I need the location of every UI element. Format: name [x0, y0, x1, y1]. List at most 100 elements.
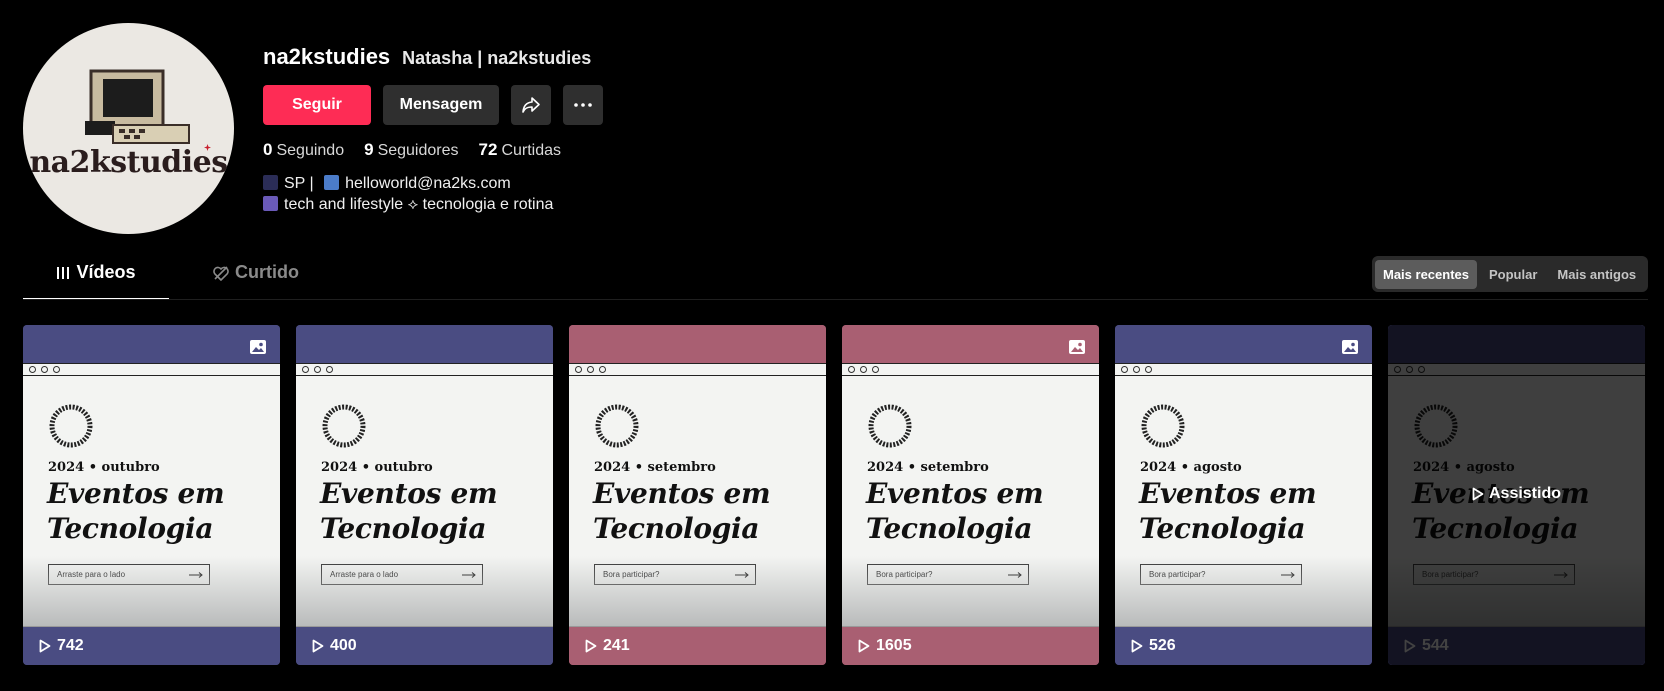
- play-icon: [858, 639, 870, 653]
- profile-nickname: Natasha | na2kstudies: [402, 48, 592, 68]
- video-top-bar: [842, 325, 1099, 363]
- video-title: Eventos em Tecnologia: [1139, 476, 1317, 546]
- floppy-disk-emoji-icon: [263, 196, 278, 211]
- view-count: 526: [1131, 637, 1176, 655]
- video-date: 2024 • setembro: [867, 460, 989, 475]
- profile-tabs: Vídeos Curtido: [23, 262, 329, 300]
- message-button[interactable]: Mensagem: [383, 85, 499, 125]
- bio-line-2: tech and lifestyle ⟡ tecnologia e rotina: [263, 194, 603, 215]
- circular-brand-badge-icon: [868, 404, 912, 448]
- bio-line-1: SP | helloworld@na2ks.com: [263, 173, 603, 194]
- stat-followers[interactable]: 9 Seguidores: [364, 140, 458, 160]
- photo-icon: [1342, 340, 1358, 354]
- circular-brand-badge-icon: [322, 404, 366, 448]
- view-count-value: 742: [57, 637, 84, 654]
- video-title-line-2: Tecnologia: [47, 512, 214, 545]
- video-thumbnail: 2024 • setembro Eventos em Tecnologia Bo…: [569, 363, 826, 627]
- video-card[interactable]: 2024 • agosto Eventos em Tecnologia Bora…: [1115, 325, 1372, 665]
- video-card[interactable]: 2024 • setembro Eventos em Tecnologia Bo…: [569, 325, 826, 665]
- circular-brand-badge-icon: [49, 404, 93, 448]
- video-date: 2024 • agosto: [1140, 460, 1242, 475]
- sparkle-icon: [204, 144, 211, 151]
- view-count: 241: [585, 637, 630, 655]
- share-button[interactable]: [511, 85, 551, 125]
- video-title-line-2: Tecnologia: [320, 512, 487, 545]
- follow-button[interactable]: Seguir: [263, 85, 371, 125]
- avatar-brand-text: na2kstudies: [29, 145, 228, 180]
- window-controls: [842, 364, 1099, 376]
- tab-videos[interactable]: Vídeos: [23, 262, 169, 300]
- video-top-bar: [569, 325, 826, 363]
- video-top-bar: [296, 325, 553, 363]
- grid-lines-icon: [57, 267, 70, 279]
- tab-liked-label: Curtido: [235, 262, 299, 282]
- tabs-divider: [23, 299, 1648, 300]
- play-icon: [1131, 639, 1143, 653]
- thumbnail-gradient: [23, 556, 280, 626]
- video-top-bar: [1115, 325, 1372, 363]
- circular-brand-badge-icon: [1141, 404, 1185, 448]
- video-title-line-2: Tecnologia: [593, 512, 760, 545]
- window-controls: [296, 364, 553, 376]
- view-count-value: 400: [330, 637, 357, 654]
- circular-brand-badge-icon: [595, 404, 639, 448]
- video-title-line-1: Eventos em: [47, 477, 225, 510]
- sort-popular[interactable]: Popular: [1481, 260, 1545, 289]
- thumbnail-gradient: [842, 556, 1099, 626]
- video-title: Eventos em Tecnologia: [593, 476, 771, 546]
- profile-bio: SP | helloworld@na2ks.com tech and lifes…: [263, 173, 603, 215]
- video-card[interactable]: 2024 • outubro Eventos em Tecnologia Arr…: [23, 325, 280, 665]
- profile-stats: 0 Seguindo 9 Seguidores 72 Curtidas: [263, 140, 603, 160]
- watched-text: Assistido: [1488, 485, 1561, 502]
- video-card[interactable]: 2024 • setembro Eventos em Tecnologia Bo…: [842, 325, 1099, 665]
- thumbnail-gradient: [296, 556, 553, 626]
- tab-liked[interactable]: Curtido: [183, 262, 329, 300]
- sort-oldest[interactable]: Mais antigos: [1549, 260, 1644, 289]
- profile-avatar[interactable]: na2kstudies: [23, 23, 234, 234]
- following-count: 0: [263, 140, 273, 159]
- play-icon: [1472, 487, 1484, 501]
- likes-label: Curtidas: [501, 142, 562, 159]
- bio-location: SP |: [284, 175, 314, 192]
- thumbnail-gradient: [1115, 556, 1372, 626]
- video-thumbnail: 2024 • outubro Eventos em Tecnologia Arr…: [23, 363, 280, 627]
- tab-videos-label: Vídeos: [76, 262, 136, 282]
- video-title: Eventos em Tecnologia: [320, 476, 498, 546]
- stat-following[interactable]: 0 Seguindo: [263, 140, 344, 160]
- play-icon: [39, 639, 51, 653]
- retro-computer-icon: [85, 69, 190, 144]
- video-title-line-1: Eventos em: [866, 477, 1044, 510]
- more-dots-icon: [574, 103, 592, 107]
- video-date: 2024 • outubro: [48, 460, 160, 475]
- view-count-value: 241: [603, 637, 630, 654]
- video-grid: 2024 • outubro Eventos em Tecnologia Arr…: [23, 325, 1645, 665]
- photo-icon: [1069, 340, 1085, 354]
- profile-username: na2kstudies: [263, 44, 391, 69]
- watched-label: Assistido: [1388, 485, 1645, 503]
- video-title-line-1: Eventos em: [593, 477, 771, 510]
- photo-icon: [250, 340, 266, 354]
- followers-label: Seguidores: [377, 142, 459, 159]
- video-title-line-1: Eventos em: [320, 477, 498, 510]
- video-title-line-2: Tecnologia: [866, 512, 1033, 545]
- night-city-emoji-icon: [263, 175, 278, 190]
- video-thumbnail: 2024 • setembro Eventos em Tecnologia Bo…: [842, 363, 1099, 627]
- sort-recent[interactable]: Mais recentes: [1375, 259, 1477, 289]
- following-label: Seguindo: [276, 142, 345, 159]
- bio-email: helloworld@na2ks.com: [345, 175, 511, 192]
- bio-description: tech and lifestyle ⟡ tecnologia e rotina: [284, 196, 554, 213]
- view-count-value: 526: [1149, 637, 1176, 654]
- video-thumbnail: 2024 • agosto Eventos em Tecnologia Bora…: [1115, 363, 1372, 627]
- video-card[interactable]: 2024 • agosto Eventos em Tecnologia Bora…: [1388, 325, 1645, 665]
- more-options-button[interactable]: [563, 85, 603, 125]
- view-count: 1605: [858, 637, 912, 655]
- video-date: 2024 • outubro: [321, 460, 433, 475]
- view-count-value: 1605: [876, 637, 912, 654]
- video-title-line-2: Tecnologia: [1139, 512, 1306, 545]
- video-title: Eventos em Tecnologia: [866, 476, 1044, 546]
- video-title: Eventos em Tecnologia: [47, 476, 225, 546]
- play-icon: [585, 639, 597, 653]
- video-card[interactable]: 2024 • outubro Eventos em Tecnologia Arr…: [296, 325, 553, 665]
- video-top-bar: [23, 325, 280, 363]
- profile-info: na2kstudies Natasha | na2kstudies Seguir…: [263, 44, 603, 215]
